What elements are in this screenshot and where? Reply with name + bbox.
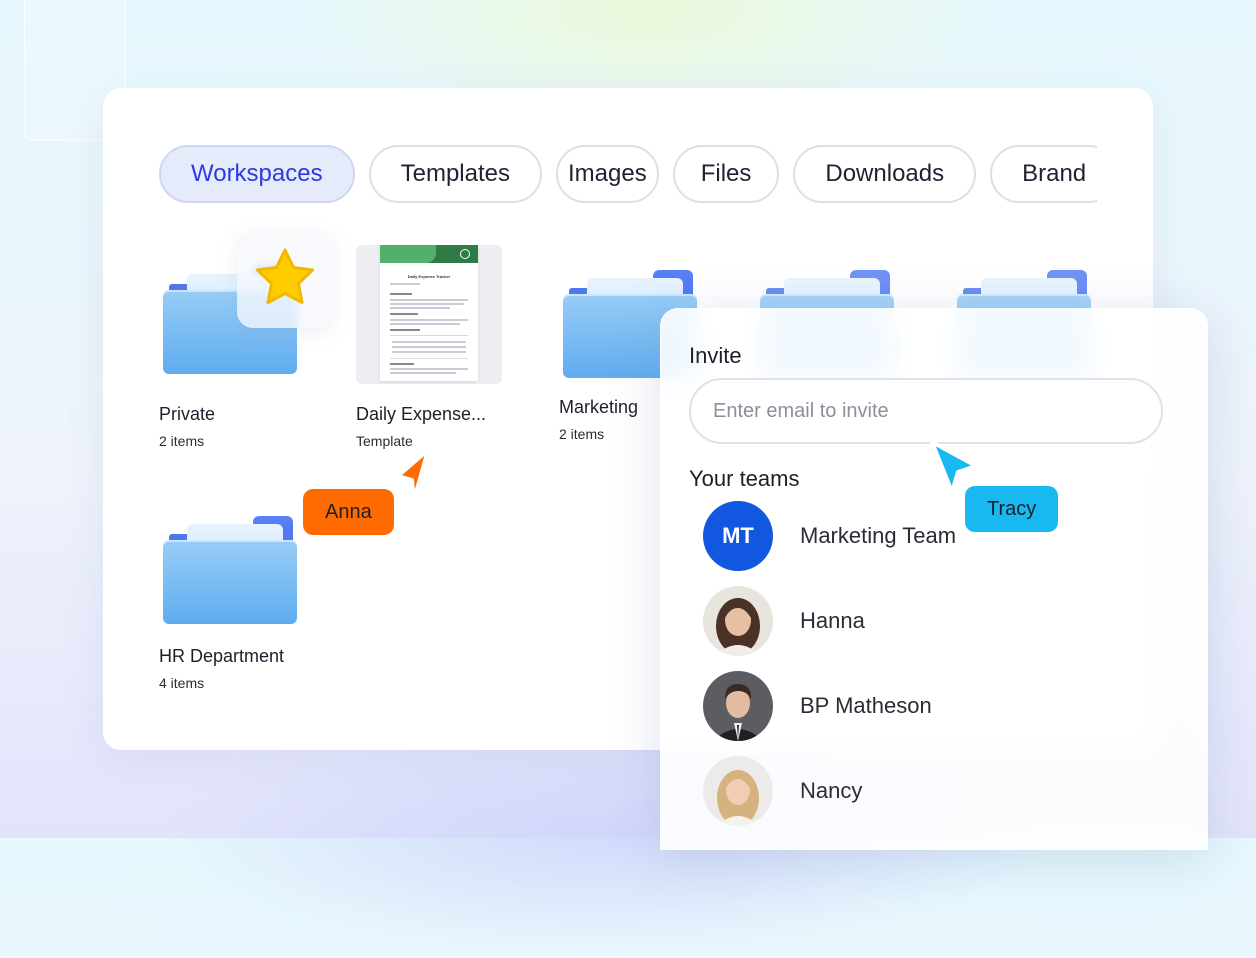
template-title[interactable]: Daily Expense... (356, 404, 486, 425)
team-row-hanna[interactable]: Hanna (703, 586, 1163, 658)
collaborator-cursor-tracy: Tracy (965, 486, 1059, 532)
folder-title: Marketing (559, 397, 639, 417)
tab-brand[interactable]: Brand (990, 145, 1097, 203)
tab-templates[interactable]: Templates (368, 145, 542, 203)
folder-icon (163, 504, 297, 624)
template-thumbnail[interactable]: Daily Expense Tracker (356, 245, 502, 384)
team-name: Marketing Team (800, 523, 957, 548)
teams-title: Your teams (689, 466, 800, 491)
team-name: Hanna (800, 608, 865, 633)
collaborator-cursor-anna: Anna (303, 489, 394, 535)
category-tabs: Workspaces Templates Images Files Downloads B… (159, 144, 1097, 206)
avatar (703, 671, 773, 741)
folder-item-count: 4 items (159, 675, 205, 691)
tab-workspaces[interactable]: Workspaces (159, 145, 355, 203)
team-name: Nancy (800, 778, 863, 803)
star-icon (237, 232, 333, 328)
invite-panel: Invite Your teams MT Marketing Team Hann… (660, 308, 1208, 850)
folder-title: HR Department (159, 646, 285, 666)
avatar: MT (703, 501, 773, 571)
team-row-bp-matheson[interactable]: BP Matheson (703, 671, 1163, 743)
document-preview: Daily Expense Tracker (380, 245, 478, 381)
folder-item-count: 2 items (159, 433, 205, 449)
avatar (703, 586, 773, 656)
tab-downloads[interactable]: Downloads (793, 145, 977, 203)
team-name: BP Matheson (800, 693, 932, 718)
thumbnail-title: Daily Expense Tracker (407, 274, 451, 279)
folder-title: Private (159, 404, 216, 424)
team-row-nancy[interactable]: Nancy (703, 756, 1163, 828)
tab-files[interactable]: Files (672, 145, 780, 203)
avatar (703, 756, 773, 826)
folder-item-count: 2 items (559, 426, 605, 442)
tab-images[interactable]: Images (556, 145, 659, 203)
email-invite-input[interactable] (689, 378, 1163, 444)
invite-title: Invite (689, 343, 742, 368)
